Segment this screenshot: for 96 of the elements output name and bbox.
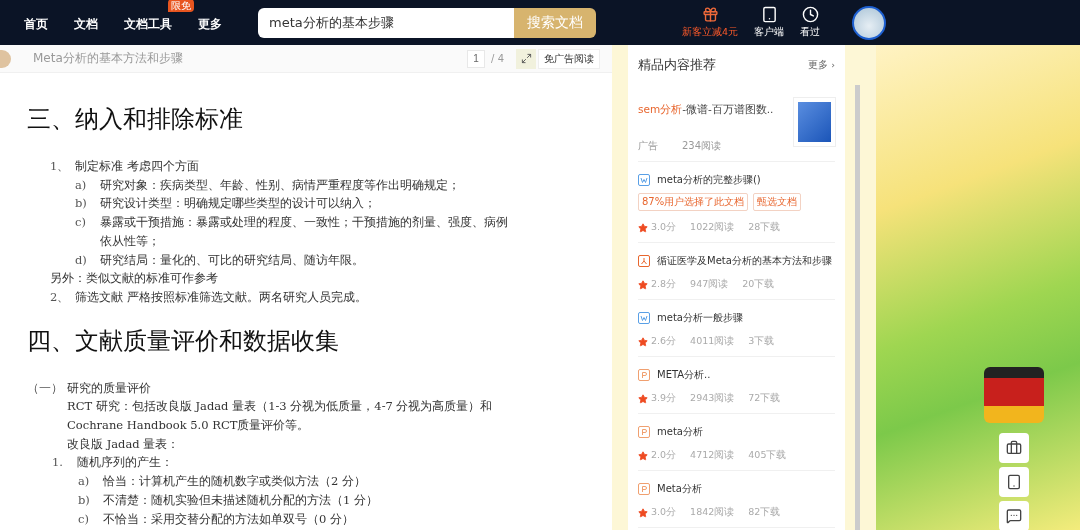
clock-icon — [801, 6, 819, 23]
list-marker: c) — [78, 510, 90, 528]
list-item-text: 筛选文献 严格按照标准筛选文献。两名研究人员完成。 — [75, 288, 368, 306]
document-link[interactable]: Meta分析 — [657, 482, 702, 496]
fullscreen-button[interactable] — [516, 48, 536, 69]
promo-button[interactable]: 新客立减4元 — [682, 6, 739, 39]
ad-free-button[interactable]: 免广告阅读 — [538, 48, 600, 69]
search-field[interactable]: meta分析的基本步骤 — [258, 7, 514, 38]
list-marker: b) — [75, 195, 88, 213]
download-count: 82下载 — [748, 506, 781, 519]
read-count: 4011阅读 — [690, 335, 735, 348]
star-icon — [638, 222, 648, 233]
read-count: 1842阅读 — [690, 506, 735, 519]
document-link[interactable]: META分析.. — [657, 368, 711, 382]
document-link[interactable]: meta分析的完整步骤() — [657, 173, 761, 187]
toolbox-button[interactable] — [999, 433, 1029, 463]
list-item-text: 不恰当：采用交替分配的方法如单双号（0 分） — [103, 510, 355, 528]
more-link[interactable]: 更多 › — [808, 58, 835, 72]
read-count: 234阅读 — [682, 139, 722, 153]
nav-link[interactable]: 文档 — [74, 17, 98, 31]
page-input[interactable]: 1 — [467, 49, 486, 68]
panel-title: 精品内容推荐 — [638, 56, 716, 74]
history-button[interactable]: 看过 — [800, 6, 821, 39]
download-count: 28下载 — [748, 221, 781, 234]
list-marker: a) — [78, 473, 91, 491]
list-item-text: 研究设计类型：明确规定哪些类型的设计可以纳入； — [100, 195, 377, 213]
list-item-text: 研究的质量评价 — [67, 379, 152, 397]
rating: 3.0分 — [638, 506, 677, 519]
list-item-text: 不清楚：随机实验但未描述随机分配的方法（1 分） — [103, 491, 379, 509]
ad-label: 广告 — [638, 139, 658, 153]
list-item-text: 恰当：计算机产生的随机数字或类似方法（2 分） — [103, 473, 367, 491]
download-count: 405下载 — [748, 449, 787, 462]
ppt-file-icon — [638, 483, 650, 495]
message-icon — [1006, 508, 1022, 524]
nav-link[interactable]: 文档工具 — [124, 17, 172, 31]
mobile-button[interactable] — [999, 467, 1029, 497]
read-count: 947阅读 — [690, 278, 729, 291]
pdf-file-icon — [638, 255, 650, 267]
feedback-button[interactable] — [999, 501, 1029, 530]
briefcase-icon — [1006, 440, 1022, 456]
nav-link[interactable]: 首页 — [24, 17, 48, 31]
list-item-text: 暴露或干预措施：暴露或处理的程度、一致性；干预措施的剂量、强度、病例依从性等； — [100, 214, 509, 250]
document-link[interactable]: meta分析 — [657, 425, 703, 439]
document-title: Meta分析的基本方法和步骤 — [33, 50, 184, 67]
word-file-icon — [638, 312, 650, 324]
list-item-text: 制定标准 考虑四个方面 — [75, 158, 200, 175]
list-marker: 2、 — [50, 288, 71, 306]
list-item-text: 随机序列的产生： — [77, 454, 174, 472]
list-marker: a) — [75, 176, 88, 194]
list-marker: b) — [78, 491, 91, 509]
tablet-icon — [1006, 474, 1022, 490]
rating: 3.0分 — [638, 221, 677, 234]
star-icon — [638, 450, 648, 461]
list-marker: d) — [75, 251, 88, 269]
rating: 2.8分 — [638, 278, 677, 291]
star-icon — [638, 336, 648, 347]
page-count: / 4 — [491, 53, 504, 64]
star-icon — [638, 393, 648, 404]
list-marker: 1. — [52, 454, 64, 472]
nav-badge: 限免 — [168, 0, 194, 12]
avatar[interactable] — [852, 5, 887, 40]
read-count: 2943阅读 — [690, 392, 735, 405]
gift-icon — [701, 6, 719, 23]
document-tag: 甄选文档 — [753, 193, 802, 211]
expand-icon — [520, 53, 532, 64]
list-marker: c) — [75, 214, 87, 232]
read-count: 1022阅读 — [690, 221, 735, 234]
paragraph: 另外：类似文献的标准可作参考 — [50, 270, 219, 288]
tablet-icon — [760, 6, 778, 23]
document-link[interactable]: meta分析一般步骤 — [657, 311, 743, 325]
section-heading: 四、文献质量评价和数据收集 — [27, 325, 340, 357]
scrollbar[interactable] — [855, 85, 860, 530]
star-icon — [638, 507, 648, 518]
list-marker: 1、 — [50, 158, 71, 175]
list-item-text: 研究对象：疾病类型、年龄、性别、病情严重程度等作出明确规定； — [100, 176, 461, 194]
download-count: 3下载 — [748, 335, 775, 348]
section-heading: 三、纳入和排除标准 — [27, 104, 244, 135]
rating: 3.9分 — [638, 392, 677, 405]
ppt-file-icon — [638, 426, 650, 438]
rating: 2.0分 — [638, 449, 677, 462]
list-marker: （一） — [27, 379, 64, 397]
client-button[interactable]: 客户端 — [754, 6, 785, 39]
word-file-icon — [638, 174, 650, 186]
paragraph: RCT 研究：包括改良版 Jadad 量表（1-3 分视为低质量，4-7 分视为高质量）和 Cochrane Handbook 5.0 RCT质量评价等。 — [67, 398, 494, 435]
read-count: 4712阅读 — [690, 449, 735, 462]
list-item-text: 研究结局：量化的、可比的研究结局、随访年限。 — [100, 251, 365, 269]
ad-title[interactable]: sem分析-微谱-百万谱图数.. — [638, 103, 774, 115]
document-tag: 87%用户选择了此文档 — [638, 193, 749, 211]
nav-link[interactable]: 更多 — [198, 17, 222, 31]
star-icon — [638, 279, 648, 290]
document-link[interactable]: 循证医学及Meta分析的基本方法和步骤 — [657, 254, 832, 268]
download-count: 20下载 — [742, 278, 775, 291]
paragraph: 改良版 Jadad 量表： — [67, 435, 181, 453]
download-count: 72下载 — [748, 392, 781, 405]
rating: 2.6分 — [638, 335, 677, 348]
ppt-file-icon — [638, 369, 650, 381]
